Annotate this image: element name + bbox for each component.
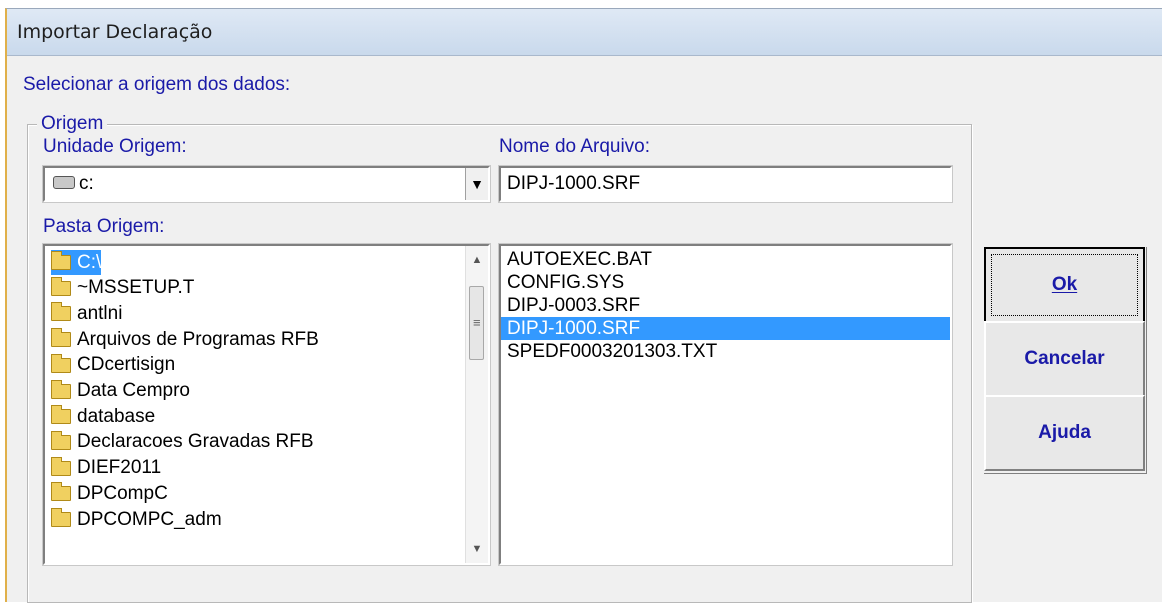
import-dialog: Importar Declaração Selecionar a origem … (5, 8, 1162, 603)
scroll-up-icon[interactable]: ▲ (466, 249, 488, 271)
folder-item-label: ~MSSETUP.T (77, 277, 195, 299)
folder-item-label: Arquivos de Programas RFB (77, 328, 319, 350)
drive-label: Unidade Origem: (43, 136, 187, 158)
folder-item-label: Declaracoes Gravadas RFB (77, 431, 314, 453)
folder-icon (51, 508, 71, 527)
folder-list-scrollbar[interactable]: ▲ ≡ ▼ (465, 246, 488, 563)
file-list-item[interactable]: SPEDF0003201303.TXT (505, 340, 719, 363)
file-list-item[interactable]: DIPJ-0003.SRF (505, 294, 642, 317)
folder-icon (51, 482, 71, 502)
file-list-item[interactable]: CONFIG.SYS (505, 271, 626, 294)
file-item-label: DIPJ-0003.SRF (507, 294, 641, 316)
scroll-down-icon[interactable]: ▼ (466, 538, 488, 560)
folder-icon (51, 430, 71, 450)
drive-icon (53, 176, 75, 189)
folder-item-label: DIEF2011 (77, 457, 162, 479)
filename-label: Nome do Arquivo: (499, 136, 651, 157)
folder-item-label: DPCompC (77, 482, 168, 504)
folder-list-item[interactable]: C:\ (51, 250, 102, 275)
cancel-button[interactable]: Cancelar (984, 321, 1145, 397)
folder-icon (51, 302, 71, 322)
file-list-item[interactable]: AUTOEXEC.BAT (505, 248, 654, 271)
dialog-body: Selecionar a origem dos dados: Origem Un… (7, 56, 1162, 603)
folder-item-label: C:\ (77, 251, 102, 273)
help-button-label: Ajuda (1038, 422, 1091, 443)
folder-icon (51, 353, 71, 373)
file-list[interactable]: AUTOEXEC.BAT CONFIG.SYS DIPJ-0003.SRF DIPJ-… (498, 243, 953, 566)
folder-label: Pasta Origem: (43, 216, 165, 237)
title-bar[interactable]: Importar Declaração (7, 9, 1162, 56)
folder-icon (51, 276, 71, 296)
cancel-button-label: Cancelar (1024, 348, 1105, 369)
chevron-down-icon[interactable]: ▼ (465, 168, 488, 200)
filename-value: DIPJ-1000.SRF (507, 173, 641, 194)
focus-rectangle (991, 254, 1138, 316)
folder-list-item[interactable]: Data Cempro (51, 379, 190, 404)
folder-list-item[interactable]: ~MSSETUP.T (51, 276, 194, 301)
drive-combobox[interactable]: c: ▼ (42, 165, 491, 203)
folder-item-label: CDcertisign (77, 354, 176, 376)
folder-item-label: database (77, 405, 156, 427)
source-prompt: Selecionar a origem dos dados: (23, 74, 291, 95)
folder-icon (51, 456, 71, 476)
folder-list-item[interactable]: antlni (51, 301, 122, 326)
folder-list-item[interactable]: CDcertisign (51, 353, 175, 378)
folder-list-item[interactable]: DPCOMPC_adm (51, 507, 222, 532)
folder-list-item[interactable]: DPCompC (51, 481, 168, 506)
file-list-item[interactable]: DIPJ-1000.SRF (501, 317, 950, 340)
folder-item-label: antlni (77, 302, 123, 324)
folder-icon (51, 379, 71, 399)
drive-value: c: (79, 173, 94, 194)
folder-list-item[interactable]: Arquivos de Programas RFB (51, 327, 319, 352)
window-title: Importar Declaração (17, 21, 213, 43)
file-item-label: CONFIG.SYS (507, 271, 625, 293)
folder-list[interactable]: C:\ ~MSSETUP.T antlni Arquivos de Programas… (42, 243, 491, 566)
ok-button[interactable]: Ok (984, 247, 1145, 323)
open-folder-icon (51, 251, 71, 270)
help-button[interactable]: Ajuda (984, 395, 1145, 471)
folder-list-item[interactable]: Declaracoes Gravadas RFB (51, 430, 314, 455)
folder-item-label: Data Cempro (77, 380, 190, 401)
file-item-label: AUTOEXEC.BAT (507, 248, 652, 270)
folder-icon (51, 405, 71, 425)
file-item-label: DIPJ-1000.SRF (507, 317, 641, 339)
origin-group-label: Origem (37, 113, 108, 135)
button-panel: Ok Cancelar Ajuda (984, 247, 1147, 474)
file-item-label: SPEDF0003201303.TXT (507, 340, 718, 362)
filename-field[interactable]: DIPJ-1000.SRF (498, 165, 953, 203)
drive-label-text: Unidade Origem: (43, 136, 187, 157)
scroll-thumb[interactable]: ≡ (469, 286, 484, 360)
folder-list-item[interactable]: DIEF2011 (51, 456, 161, 481)
folder-item-label: DPCOMPC_adm (77, 508, 222, 530)
folder-icon (51, 328, 71, 348)
folder-list-item[interactable]: database (51, 404, 155, 429)
